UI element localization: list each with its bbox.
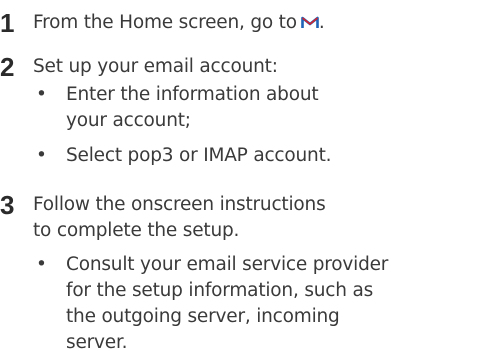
step-number: 3 [0, 190, 15, 220]
bullet-icon: • [36, 145, 47, 166]
bullet-list: • Consult your email service provider fo… [33, 252, 403, 356]
step-instruction: From the Home screen, go to [33, 12, 297, 33]
list-item-text: Select pop3 or IMAP account. [66, 145, 332, 166]
list-item-text: Consult your email service provider for … [66, 254, 389, 353]
list-item: • Consult your email service provider fo… [33, 252, 403, 356]
list-item: • Select pop3 or IMAP account. [33, 143, 333, 169]
bullet-icon: • [36, 84, 47, 105]
step-number: 1 [0, 8, 15, 38]
list-item-text: Enter the information about your account… [66, 84, 319, 131]
step-number: 2 [0, 52, 15, 82]
step-text: From the Home screen, go to. [33, 10, 325, 37]
step-punctuation: . [318, 12, 325, 33]
list-item: • Enter the information about your accou… [33, 82, 333, 134]
step-instruction: Follow the onscreen instructions to comp… [33, 194, 326, 241]
mail-icon [301, 11, 319, 37]
bullet-icon: • [36, 254, 47, 275]
step-instruction: Set up your email account: [33, 56, 278, 77]
bullet-list: • Enter the information about your accou… [33, 82, 333, 169]
